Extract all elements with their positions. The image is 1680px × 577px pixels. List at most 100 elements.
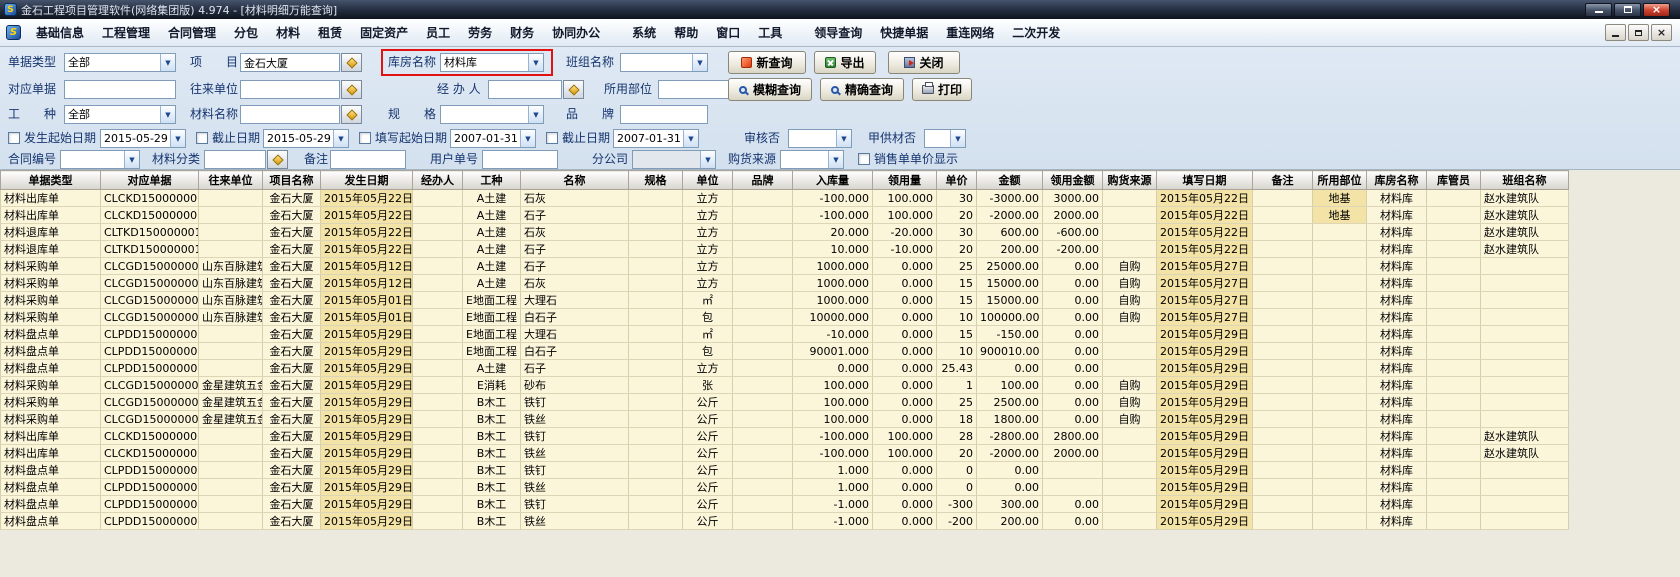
grid-cell[interactable]: -100.000 (793, 207, 873, 224)
grid-cell[interactable]: 地基 (1313, 207, 1367, 224)
grid-cell[interactable]: 1800.00 (977, 411, 1043, 428)
grid-cell[interactable] (733, 207, 793, 224)
material-class-browse-button[interactable] (267, 150, 288, 169)
grid-cell[interactable]: CLPDD150000001 (101, 360, 199, 377)
grid-cell[interactable] (629, 207, 683, 224)
grid-cell[interactable] (199, 445, 263, 462)
grid-row[interactable]: 材料退库单CLTKD150000001金石大厦2015年05月22日A土建石子立… (1, 241, 1569, 258)
grid-row[interactable]: 材料采购单CLCGD150000004山东百脉建筑金石大厦2015年05月12日… (1, 258, 1569, 275)
grid-cell[interactable]: 2015年05月29日 (321, 445, 413, 462)
grid-cell[interactable]: 铁钉 (521, 428, 629, 445)
grid-cell[interactable] (1253, 309, 1313, 326)
grid-cell[interactable]: 2015年05月29日 (1157, 513, 1253, 530)
grid-cell[interactable]: 金石大厦 (263, 224, 321, 241)
menu-item[interactable]: 材料 (267, 20, 309, 46)
grid-header-cell[interactable]: 库房名称 (1367, 171, 1427, 190)
grid-cell[interactable] (1103, 360, 1157, 377)
grid-cell[interactable]: 2015年05月29日 (321, 377, 413, 394)
grid-cell[interactable]: 金石大厦 (263, 411, 321, 428)
grid-cell[interactable] (629, 224, 683, 241)
project-browse-button[interactable] (341, 53, 362, 72)
grid-header-cell[interactable]: 规格 (629, 171, 683, 190)
grid-cell[interactable]: CLPDD150000003 (101, 496, 199, 513)
grid-cell[interactable]: 砂布 (521, 377, 629, 394)
grid-row[interactable]: 材料盘点单CLPDD150000002金石大厦2015年05月29日B木工铁丝公… (1, 479, 1569, 496)
grid-cell[interactable]: 材料出库单 (1, 428, 101, 445)
occur-end-checkbox[interactable] (196, 132, 208, 144)
grid-cell[interactable]: 2015年05月29日 (1157, 394, 1253, 411)
grid-cell[interactable]: 材料采购单 (1, 411, 101, 428)
grid-cell[interactable]: 2015年05月29日 (321, 479, 413, 496)
close-query-button[interactable]: 关闭 (888, 51, 960, 74)
grid-cell[interactable] (629, 360, 683, 377)
project-input[interactable] (240, 53, 340, 72)
grid-cell[interactable] (1427, 258, 1481, 275)
grid-cell[interactable] (1313, 343, 1367, 360)
grid-row[interactable]: 材料盘点单CLPDD150000001金石大厦2015年05月29日E地面工程白… (1, 343, 1569, 360)
grid-cell[interactable] (413, 496, 463, 513)
grid-cell[interactable]: 材料盘点单 (1, 360, 101, 377)
grid-cell[interactable]: 材料库 (1367, 207, 1427, 224)
grid-cell[interactable]: -2000.00 (977, 207, 1043, 224)
grid-cell[interactable]: 立方 (683, 275, 733, 292)
grid-cell[interactable] (629, 377, 683, 394)
grid-cell[interactable] (1313, 479, 1367, 496)
grid-cell[interactable]: 铁钉 (521, 462, 629, 479)
grid-cell[interactable] (1427, 224, 1481, 241)
grid-cell[interactable] (1103, 496, 1157, 513)
grid-cell[interactable]: 0.00 (977, 360, 1043, 377)
grid-cell[interactable]: 材料库 (1367, 190, 1427, 207)
grid-cell[interactable]: CLCGD150000006 (101, 377, 199, 394)
grid-cell[interactable]: 0.00 (1043, 309, 1103, 326)
grid-cell[interactable]: 0.000 (873, 377, 937, 394)
grid-cell[interactable]: -200.00 (1043, 241, 1103, 258)
grid-cell[interactable]: CLPDD150000002 (101, 462, 199, 479)
grid-cell[interactable]: 石子 (521, 241, 629, 258)
grid-cell[interactable] (1427, 360, 1481, 377)
grid-cell[interactable] (733, 309, 793, 326)
grid-cell[interactable]: 300.00 (977, 496, 1043, 513)
grid-cell[interactable] (733, 241, 793, 258)
grid-cell[interactable]: 2015年05月27日 (1157, 275, 1253, 292)
grid-cell[interactable] (1313, 411, 1367, 428)
grid-row[interactable]: 材料盘点单CLPDD150000003金石大厦2015年05月29日B木工铁钉公… (1, 496, 1569, 513)
grid-cell[interactable]: 材料采购单 (1, 258, 101, 275)
grid-header-cell[interactable]: 发生日期 (321, 171, 413, 190)
fill-start-checkbox[interactable] (359, 132, 371, 144)
grid-cell[interactable]: 10000.000 (793, 309, 873, 326)
grid-cell[interactable]: 金石大厦 (263, 241, 321, 258)
grid-cell[interactable] (1253, 207, 1313, 224)
grid-cell[interactable] (1481, 326, 1569, 343)
grid-cell[interactable] (1103, 462, 1157, 479)
grid-cell[interactable]: 材料库 (1367, 394, 1427, 411)
menu-item[interactable]: 工具 (749, 20, 791, 46)
grid-cell[interactable]: 0.00 (1043, 275, 1103, 292)
grid-cell[interactable] (1253, 275, 1313, 292)
grid-cell[interactable] (413, 377, 463, 394)
grid-cell[interactable] (413, 394, 463, 411)
grid-cell[interactable] (413, 462, 463, 479)
grid-cell[interactable]: 2015年05月22日 (321, 207, 413, 224)
grid-cell[interactable]: 2015年05月22日 (1157, 241, 1253, 258)
audited-select[interactable]: ▼ (788, 129, 852, 148)
grid-cell[interactable]: -2800.00 (977, 428, 1043, 445)
owner-supplied-select[interactable]: ▼ (924, 129, 966, 148)
grid-cell[interactable]: 公斤 (683, 394, 733, 411)
grid-cell[interactable]: CLTKD150000001 (101, 241, 199, 258)
grid-cell[interactable]: 公斤 (683, 462, 733, 479)
maximize-button[interactable] (1614, 3, 1641, 17)
menu-item[interactable]: 固定资产 (351, 20, 417, 46)
grid-cell[interactable]: 100.000 (793, 377, 873, 394)
grid-cell[interactable]: 200.00 (977, 241, 1043, 258)
grid-cell[interactable]: 10.000 (793, 241, 873, 258)
grid-cell[interactable]: A土建 (463, 275, 521, 292)
grid-cell[interactable] (733, 343, 793, 360)
work-type-select[interactable]: 全部 ▼ (64, 105, 176, 124)
grid-cell[interactable] (413, 513, 463, 530)
grid-cell[interactable]: 金星建筑五金 (199, 377, 263, 394)
grid-header-cell[interactable]: 品牌 (733, 171, 793, 190)
grid-cell[interactable] (733, 224, 793, 241)
grid-cell[interactable]: -100.000 (793, 445, 873, 462)
grid-cell[interactable]: 1.000 (793, 462, 873, 479)
grid-cell[interactable]: 15 (937, 292, 977, 309)
